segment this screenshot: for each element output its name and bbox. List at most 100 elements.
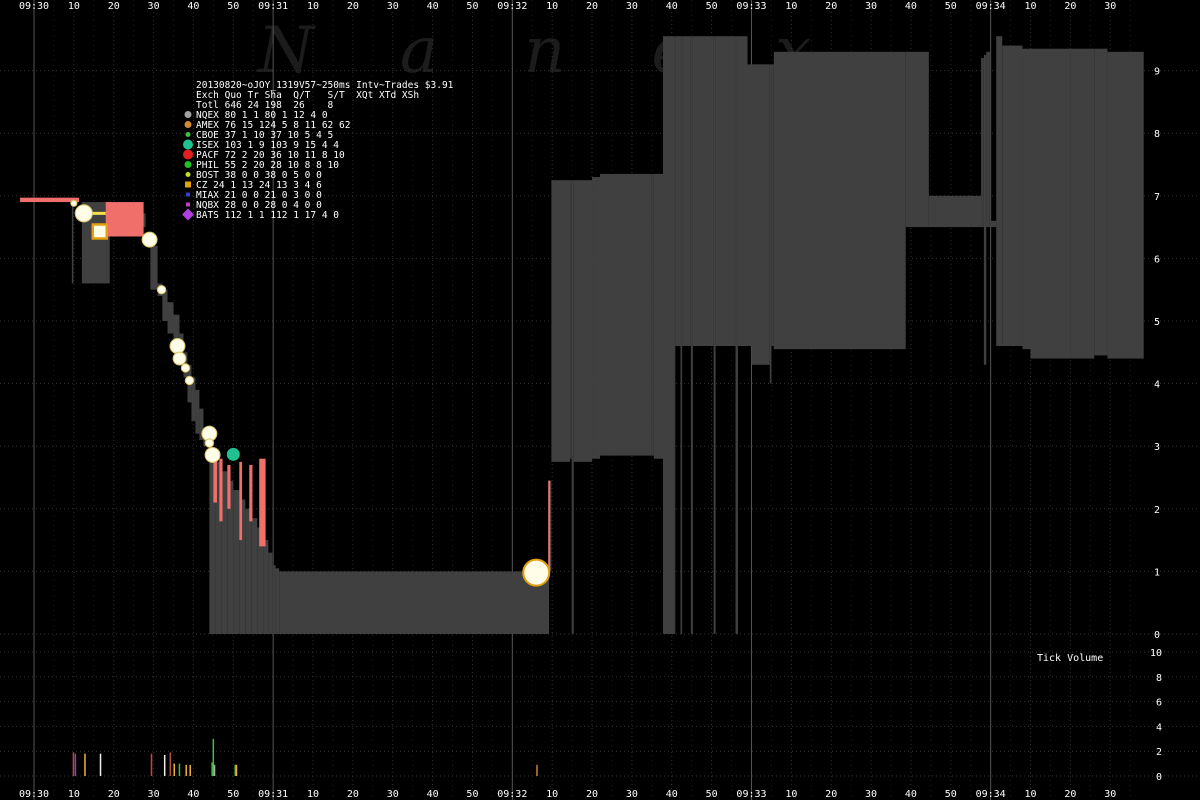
- legend-row-bats: BATS 112 1 1 112 1 17 4 0: [196, 210, 339, 221]
- price-tick-label: 1: [1154, 567, 1160, 578]
- crossed-quote-bar: [259, 458, 266, 547]
- x-tick-label-top: 10: [307, 1, 319, 12]
- spread-segment: [680, 36, 683, 635]
- x-tick-label-bottom: 50: [466, 789, 478, 800]
- crossed-quote-bar: [219, 458, 223, 522]
- spread-segment: [996, 36, 1003, 347]
- spread-segment: [747, 64, 752, 347]
- volume-bar: [74, 753, 77, 776]
- spread-segment: [150, 245, 158, 290]
- x-tick-label-bottom: 50: [945, 789, 957, 800]
- x-tick-label-top: 30: [387, 1, 399, 12]
- price-tick-label: 6: [1154, 254, 1160, 265]
- volume-bar: [163, 754, 166, 776]
- legend-marker-circle: [185, 172, 191, 177]
- spread-segment: [1022, 48, 1031, 350]
- price-tick-label: 8: [1154, 129, 1160, 140]
- crossed-quote-bar: [548, 480, 551, 572]
- x-tick-label-bottom: 50: [706, 789, 718, 800]
- crossed-quote-bar: [20, 197, 80, 203]
- volume-bar: [84, 753, 86, 776]
- x-tick-label-top: 50: [466, 1, 478, 12]
- volume-bar: [150, 753, 153, 776]
- x-tick-label-top: 50: [227, 1, 239, 12]
- volume-tick-label: 8: [1156, 673, 1162, 684]
- spread-segment: [1030, 48, 1071, 359]
- volume-bar: [72, 752, 75, 776]
- spread-segment: [263, 540, 269, 634]
- trade-marker-nqex: [204, 446, 221, 463]
- x-tick-label-bottom: 40: [905, 789, 917, 800]
- volume-tick-label: 0: [1156, 772, 1162, 783]
- x-tick-label-bottom: 10: [307, 789, 319, 800]
- spread-segment: [751, 64, 770, 365]
- x-tick-label-bottom: 30: [1104, 789, 1116, 800]
- x-tick-label-bottom: 50: [227, 789, 239, 800]
- x-tick-label-bottom: 40: [187, 789, 199, 800]
- price-tick-label: 0: [1154, 630, 1160, 641]
- legend-marker-square: [186, 192, 190, 197]
- x-tick-label-bottom: 09:34: [976, 789, 1006, 800]
- legend-marker-circle: [184, 111, 192, 118]
- x-tick-label-top: 10: [68, 1, 80, 12]
- volume-bar: [173, 763, 176, 776]
- volume-bar: [235, 764, 238, 776]
- spread-segment: [989, 220, 997, 228]
- x-tick-label-top: 20: [347, 1, 359, 12]
- x-tick-label-top: 10: [785, 1, 797, 12]
- x-tick-label-top: 30: [865, 1, 877, 12]
- x-tick-label-top: 30: [148, 1, 160, 12]
- trade-marker-isex: [226, 447, 240, 461]
- volume-bar: [536, 764, 538, 776]
- x-tick-label-bottom: 20: [347, 789, 359, 800]
- trade-marker-nqex: [180, 363, 191, 373]
- spread-segment: [690, 36, 693, 635]
- spread-segment: [275, 568, 280, 634]
- legend-marker-square: [186, 202, 190, 207]
- spread-segment: [272, 565, 276, 634]
- trade-marker-nqex: [522, 558, 551, 587]
- x-tick-label-bottom: 09:32: [497, 789, 527, 800]
- trade-marker-nqex: [172, 351, 187, 366]
- legend-marker-circle: [183, 149, 193, 160]
- spread-segment: [71, 198, 74, 284]
- volume-tick-label: 10: [1150, 648, 1162, 659]
- x-tick-label-bottom: 20: [1064, 789, 1076, 800]
- x-tick-label-bottom: 20: [108, 789, 120, 800]
- spread-segment: [737, 36, 748, 347]
- spread-segment: [675, 36, 681, 347]
- spread-segment: [279, 571, 547, 634]
- trade-marker-cz: [91, 223, 109, 240]
- crossed-quote-bar: [249, 464, 253, 522]
- legend-marker-circle: [184, 121, 192, 128]
- spread-segment: [769, 64, 772, 384]
- crossed-quote-bar: [239, 461, 243, 541]
- legend-marker-circle: [183, 139, 193, 150]
- volume-bar: [185, 764, 187, 776]
- spread-segment: [245, 508, 252, 634]
- crossed-quote-bar: [227, 464, 231, 509]
- x-tick-label-top: 09:34: [976, 1, 1006, 12]
- x-tick-label-top: 20: [825, 1, 837, 12]
- x-tick-label-top: 40: [905, 1, 917, 12]
- trade-marker-nqex: [156, 285, 167, 295]
- x-tick-label-bottom: 20: [825, 789, 837, 800]
- x-tick-label-top: 50: [706, 1, 718, 12]
- x-tick-label-top: 10: [546, 1, 558, 12]
- volume-bar: [178, 763, 181, 776]
- x-tick-label-top: 20: [586, 1, 598, 12]
- x-tick-label-bottom: 30: [865, 789, 877, 800]
- volume-tick-label: 6: [1156, 698, 1162, 709]
- x-tick-label-top: 30: [626, 1, 638, 12]
- price-tick-label: 4: [1154, 380, 1160, 391]
- spread-segment: [735, 36, 738, 635]
- spread-segment: [573, 180, 593, 462]
- spread-segment: [773, 51, 906, 350]
- spread-segment: [771, 64, 774, 347]
- price-tick-label: 7: [1154, 192, 1160, 203]
- trade-marker-nqex: [74, 204, 93, 223]
- x-tick-label-top: 09:30: [19, 1, 49, 12]
- x-tick-label-bottom: 20: [586, 789, 598, 800]
- trade-marker-nqex: [184, 375, 195, 386]
- spread-segment: [162, 289, 168, 321]
